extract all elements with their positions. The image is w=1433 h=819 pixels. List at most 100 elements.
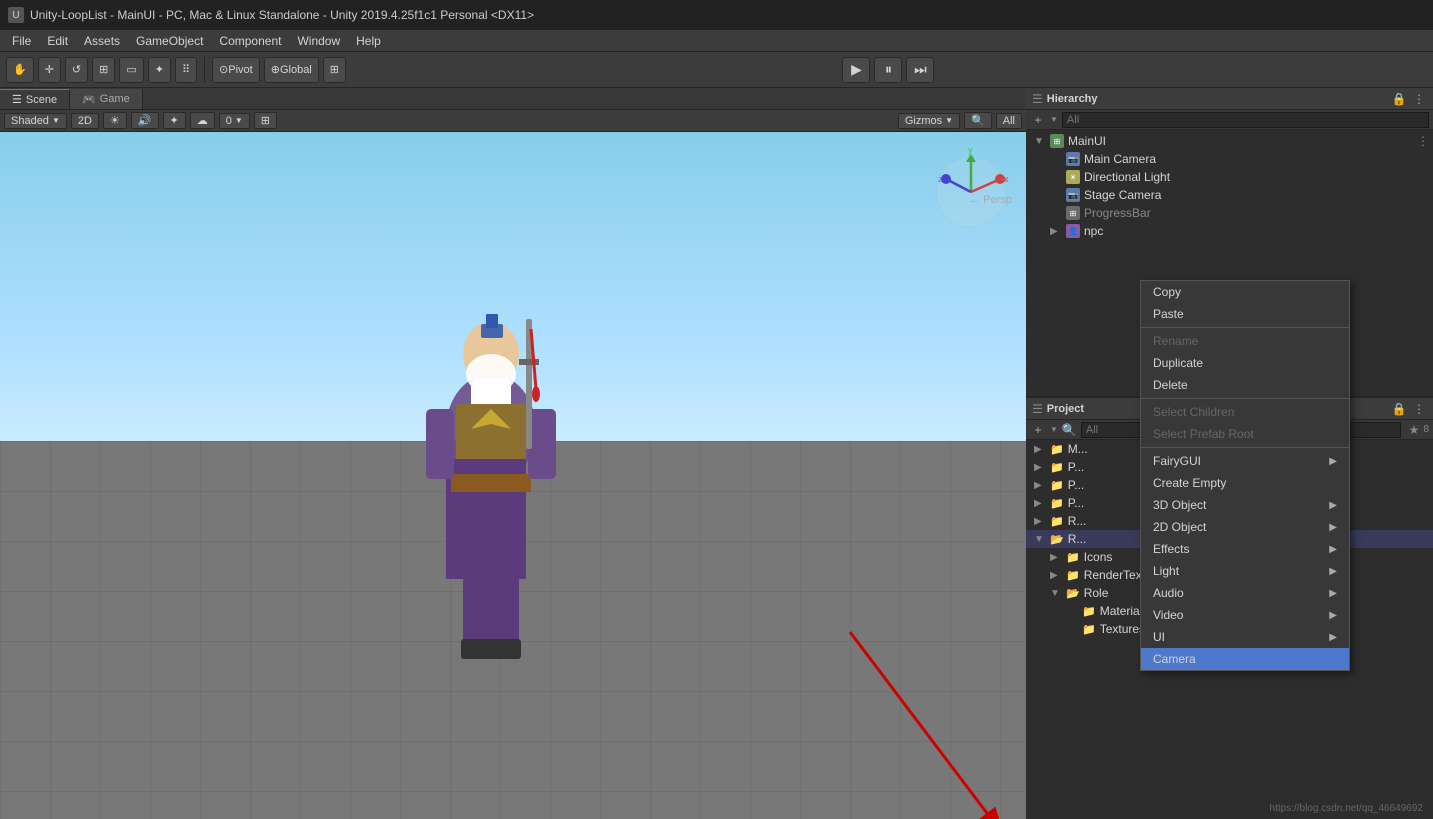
ctx-paste[interactable]: Paste [1141,303,1349,325]
proj-label-textures: Textures [1100,622,1145,636]
custom-tool-btn[interactable]: ⠿ [175,57,197,83]
proj-folder-icon-r1: 📁 [1050,515,1064,528]
ctx-audio-label: Audio [1153,586,1184,600]
menu-file[interactable]: File [4,32,39,50]
proj-arrow-m: ▶ [1034,444,1046,455]
tab-scene[interactable]: ☰ Scene [0,89,70,109]
rotate-tool-btn[interactable]: ↺ [65,57,88,83]
ctx-paste-label: Paste [1153,307,1184,321]
ctx-effects-label: Effects [1153,542,1189,556]
ctx-3d-object[interactable]: 3D Object ▶ [1141,494,1349,516]
shaded-arrow-icon: ▼ [52,116,60,125]
hier-item-mainui[interactable]: ▼ ⊞ MainUI ⋮ [1026,132,1433,150]
project-search-icon: 🔍 [1062,423,1077,437]
layer-btn[interactable]: 0 ▼ [219,113,250,129]
ctx-video[interactable]: Video ▶ [1141,604,1349,626]
hierarchy-more-btn[interactable]: ⋮ [1411,91,1427,107]
audio-btn[interactable]: 🔊 [131,112,159,129]
all-layers-label[interactable]: All [996,113,1022,129]
hier-item-progressbar[interactable]: ⊞ ProgressBar [1026,204,1433,222]
shaded-label: Shaded [11,115,49,127]
pivot-btn[interactable]: ⊙ Pivot [212,57,260,83]
hier-label-npc: npc [1084,224,1103,238]
ctx-sep-1 [1141,327,1349,328]
ctx-camera[interactable]: Camera [1141,648,1349,670]
ctx-duplicate[interactable]: Duplicate [1141,352,1349,374]
hier-icon-mainui: ⊞ [1050,134,1064,148]
shaded-dropdown[interactable]: Shaded ▼ [4,113,67,129]
move-tool-btn[interactable]: ✛ [38,57,61,83]
project-lock-btn[interactable]: 🔒 [1391,401,1407,417]
ctx-fairygui[interactable]: FairyGUI ▶ [1141,450,1349,472]
game-tab-icon: 🎮 [82,93,96,106]
hierarchy-search-input[interactable] [1062,112,1429,128]
menu-component[interactable]: Component [211,32,289,50]
persp-label: ← Persp [969,194,1012,206]
menu-window[interactable]: Window [289,32,348,50]
ctx-audio-arrow-icon: ▶ [1329,588,1337,599]
snap-btn[interactable]: ⊞ [323,57,346,83]
hide-btn[interactable]: ☁ [190,112,215,129]
menu-edit[interactable]: Edit [39,32,76,50]
proj-arrow-rendertexture: ▶ [1050,570,1062,581]
gizmos-dropdown[interactable]: Gizmos ▼ [898,113,960,129]
hier-icon-progressbar: ⊞ [1066,206,1080,220]
context-menu: Copy Paste Rename Duplicate Delete Selec… [1140,280,1350,671]
grid-btn[interactable]: ⊞ [254,112,277,129]
menu-help[interactable]: Help [348,32,389,50]
scale-tool-btn[interactable]: ⊞ [92,57,115,83]
proj-label-p2: P... [1068,478,1084,492]
proj-arrow-p3: ▶ [1034,498,1046,509]
project-fav-icon: ★ [1409,423,1420,437]
rect-tool-btn[interactable]: ▭ [119,57,143,83]
ctx-effects[interactable]: Effects ▶ [1141,538,1349,560]
project-add-arrow: ▼ [1050,425,1058,434]
hier-label-mainui: MainUI [1068,134,1106,148]
proj-folder-icon-textures: 📁 [1082,623,1096,636]
hierarchy-add-btn[interactable]: + [1030,112,1046,128]
ctx-delete-label: Delete [1153,378,1188,392]
ctx-2d-object-label: 2D Object [1153,520,1206,534]
hier-icon-dirlight: ☀ [1066,170,1080,184]
project-list-icon: ☰ [1032,402,1043,416]
tab-game[interactable]: 🎮 Game [70,89,143,109]
2d-toggle[interactable]: 2D [71,113,99,129]
project-add-btn[interactable]: + [1030,422,1046,438]
global-btn[interactable]: ⊕ Global [264,57,319,83]
ctx-ui-arrow-icon: ▶ [1329,632,1337,643]
hier-item-stagecamera[interactable]: 📷 Stage Camera [1026,186,1433,204]
ctx-copy[interactable]: Copy [1141,281,1349,303]
hierarchy-lock-btn[interactable]: 🔒 [1391,91,1407,107]
hier-arrow-mainui: ▼ [1034,136,1046,147]
pause-btn[interactable]: ⏸ [874,57,902,83]
ctx-effects-arrow-icon: ▶ [1329,544,1337,555]
proj-arrow-r2: ▼ [1034,534,1046,545]
ctx-camera-label: Camera [1153,652,1196,666]
project-more-btn[interactable]: ⋮ [1411,401,1427,417]
proj-folder-icon-m: 📁 [1050,443,1064,456]
proj-arrow-icons: ▶ [1050,552,1062,563]
step-btn[interactable]: ⏭ [906,57,934,83]
hier-item-maincamera[interactable]: 📷 Main Camera [1026,150,1433,168]
menu-assets[interactable]: Assets [76,32,128,50]
hand-tool-btn[interactable]: ✋ [6,57,34,83]
hier-item-npc[interactable]: ▶ 👤 npc [1026,222,1433,240]
hier-item-dirlight[interactable]: ☀ Directional Light [1026,168,1433,186]
menu-gameobject[interactable]: GameObject [128,32,211,50]
ctx-ui[interactable]: UI ▶ [1141,626,1349,648]
ctx-delete[interactable]: Delete [1141,374,1349,396]
hier-more-mainui[interactable]: ⋮ [1417,134,1429,148]
search-scene-btn[interactable]: 🔍 [964,112,992,129]
ctx-2d-object[interactable]: 2D Object ▶ [1141,516,1349,538]
ctx-create-empty[interactable]: Create Empty [1141,472,1349,494]
lighting-btn[interactable]: ☀ [103,112,127,129]
proj-folder-icon-role: 📂 [1066,587,1080,600]
ctx-audio[interactable]: Audio ▶ [1141,582,1349,604]
ctx-3d-object-label: 3D Object [1153,498,1206,512]
transform-tool-btn[interactable]: ✦ [148,57,171,83]
scene-view[interactable]: y x z ← Persp [0,132,1026,819]
ctx-light[interactable]: Light ▶ [1141,560,1349,582]
effects-btn[interactable]: ✦ [163,112,186,129]
play-btn[interactable]: ▶ [842,57,870,83]
proj-folder-icon-p2: 📁 [1050,479,1064,492]
